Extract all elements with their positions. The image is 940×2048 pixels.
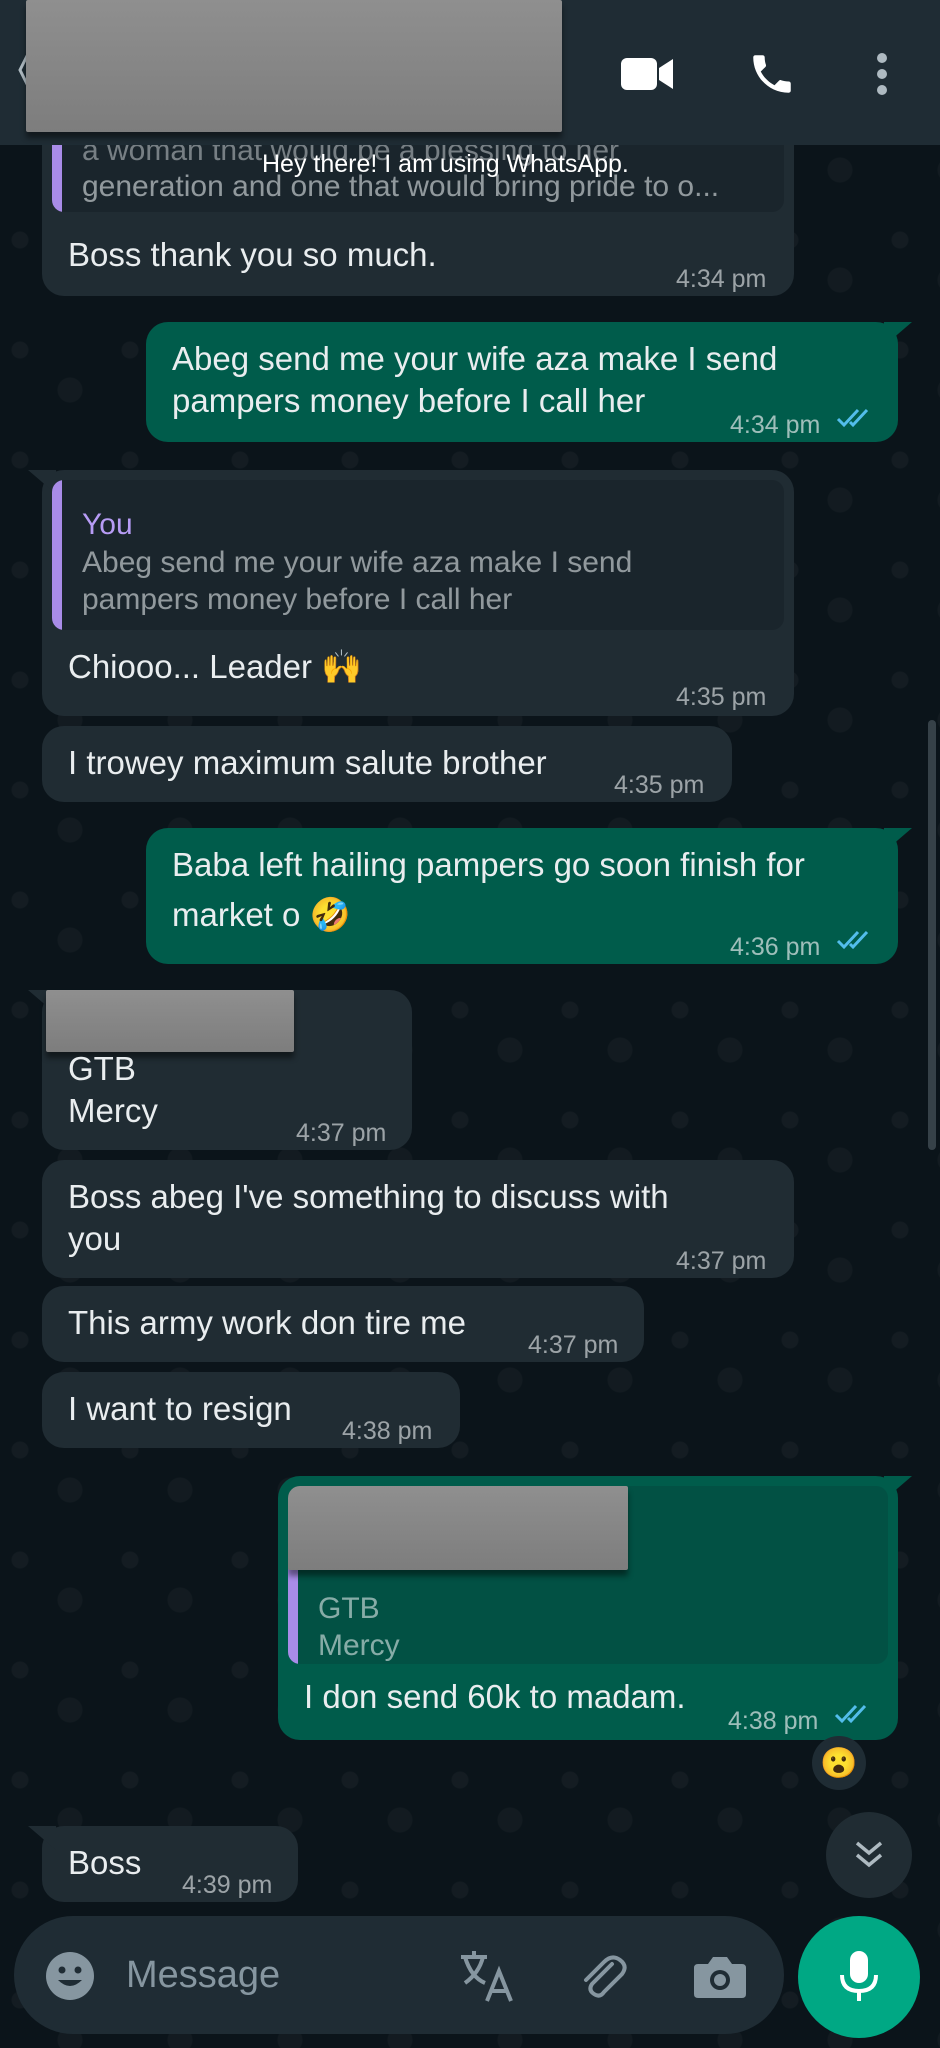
message-text: I want to resign xyxy=(68,1390,292,1427)
translate-icon[interactable] xyxy=(456,1946,518,2006)
video-call-icon[interactable] xyxy=(615,42,679,106)
message-input[interactable]: Message xyxy=(126,1954,280,1997)
message-time: 4:35 pm xyxy=(614,771,705,799)
message-time: 4:34 pm xyxy=(676,265,767,293)
quote-bar xyxy=(52,480,62,630)
message-bubble-incoming[interactable]: GTB Mercy 4:37 pm xyxy=(28,990,412,1150)
message-text-line: you xyxy=(68,1220,122,1257)
quote-text-line: GTB xyxy=(318,1592,380,1625)
reaction-badge[interactable]: 😮 xyxy=(812,1736,866,1790)
quote-text-line: pampers money before I call her xyxy=(82,583,513,616)
message-bubble-outgoing[interactable]: GTB Mercy I don send 60k to madam. 4:38 … xyxy=(278,1476,912,1740)
message-bubble-incoming[interactable]: You Abeg send me your wife aza make I se… xyxy=(28,470,794,716)
message-input-bar: Message xyxy=(14,1916,784,2034)
message-text-line: market o xyxy=(172,896,301,933)
emoji-icon[interactable] xyxy=(42,1948,98,2004)
voice-call-icon[interactable] xyxy=(740,42,804,106)
message-text: Chiooo... Leader xyxy=(68,648,313,685)
message-text-line: Abeg send me your wife aza make I send xyxy=(172,340,778,377)
double-chevron-down-icon xyxy=(855,1841,883,1868)
quote-bar xyxy=(288,1568,298,1664)
redacted-content xyxy=(288,1486,628,1570)
message-text-row: market o 🤣 xyxy=(172,894,351,936)
message-time: 4:38 pm xyxy=(728,1707,819,1735)
redacted-content xyxy=(46,990,294,1052)
read-ticks-icon xyxy=(834,1704,867,1724)
message-time: 4:37 pm xyxy=(296,1119,387,1147)
voice-message-button[interactable] xyxy=(798,1916,920,2038)
message-text: I trowey maximum salute brother xyxy=(68,744,547,781)
message-text-line: Mercy xyxy=(68,1092,158,1129)
raised-hands-emoji-icon: 🙌 xyxy=(321,648,363,685)
quoted-message[interactable]: You Abeg send me your wife aza make I se… xyxy=(52,480,784,630)
contact-status: Hey there! I am using WhatsApp. xyxy=(262,150,629,178)
message-text-row: Chiooo... Leader 🙌 xyxy=(68,646,362,688)
surprised-face-emoji-icon: 😮 xyxy=(820,1746,858,1780)
message-time: 4:39 pm xyxy=(182,1871,273,1899)
read-ticks-icon xyxy=(836,408,869,428)
scrollbar-thumb[interactable] xyxy=(928,720,936,1150)
message-text-line: GTB xyxy=(68,1050,136,1087)
quote-text-line: Mercy xyxy=(318,1629,400,1662)
message-bubble-incoming[interactable]: a woman that would be a blessing to her … xyxy=(42,120,794,296)
message-bubble-outgoing[interactable]: Baba left hailing pampers go soon finish… xyxy=(146,828,912,964)
read-ticks-icon xyxy=(836,930,869,950)
message-text: Boss thank you so much. xyxy=(68,236,437,273)
message-bubble-incoming[interactable]: I trowey maximum salute brother 4:35 pm xyxy=(42,726,732,802)
message-bubble-incoming[interactable]: This army work don tire me 4:37 pm xyxy=(42,1286,644,1362)
message-time: 4:34 pm xyxy=(730,411,821,439)
message-text-line: Boss abeg I've something to discuss with xyxy=(68,1178,669,1215)
scroll-to-bottom-button[interactable] xyxy=(826,1812,912,1898)
quote-text-line: Abeg send me your wife aza make I send xyxy=(82,546,633,579)
message-time: 4:37 pm xyxy=(676,1247,767,1275)
message-text: This army work don tire me xyxy=(68,1304,466,1341)
quoted-message[interactable]: GTB Mercy xyxy=(288,1486,888,1664)
quote-author: You xyxy=(82,508,133,541)
message-bubble-incoming[interactable]: I want to resign 4:38 pm xyxy=(42,1372,460,1448)
message-time: 4:37 pm xyxy=(528,1331,619,1359)
message-text-line: pampers money before I call her xyxy=(172,382,646,419)
message-text: I don send 60k to madam. xyxy=(304,1678,686,1715)
attach-icon[interactable] xyxy=(572,1946,632,2006)
microphone-icon xyxy=(840,1951,878,2001)
camera-icon[interactable] xyxy=(690,1946,750,2006)
message-time: 4:36 pm xyxy=(730,933,821,961)
more-options-icon[interactable] xyxy=(850,42,914,106)
message-bubble-incoming[interactable]: Boss 4:39 pm xyxy=(28,1826,298,1902)
message-time: 4:35 pm xyxy=(676,683,767,711)
message-bubble-incoming[interactable]: Boss abeg I've something to discuss with… xyxy=(42,1160,794,1278)
message-text: Boss xyxy=(68,1844,142,1881)
redacted-contact-info[interactable] xyxy=(26,0,562,132)
rolling-laughing-emoji-icon: 🤣 xyxy=(309,896,351,933)
message-time: 4:38 pm xyxy=(342,1417,433,1445)
chat-header xyxy=(0,0,940,145)
message-bubble-outgoing[interactable]: Abeg send me your wife aza make I send p… xyxy=(146,322,912,442)
message-text-line: Baba left hailing pampers go soon finish… xyxy=(172,846,805,883)
